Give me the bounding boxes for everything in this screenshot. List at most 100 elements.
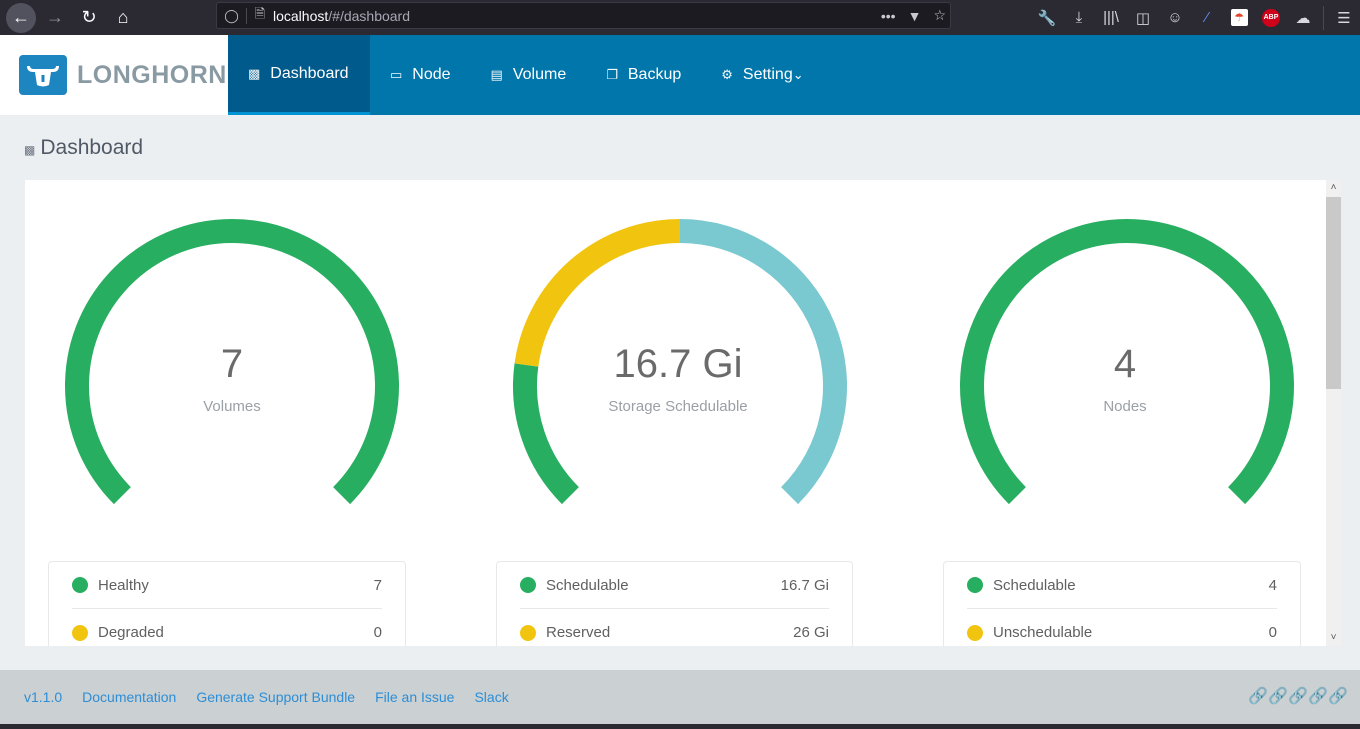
status-dot [967,624,983,641]
logo[interactable]: LONGHORN [0,35,228,115]
nav-label: Node [412,66,451,83]
support-bundle-link[interactable]: Generate Support Bundle [196,689,355,705]
arrow-right-icon: → [46,7,64,27]
scroll-thumb[interactable] [1326,197,1341,389]
legend-label: Schedulable [546,576,629,594]
status-dot [967,577,983,593]
more-actions-icon[interactable]: ••• [881,8,896,24]
library-icon[interactable]: |||\ [1095,0,1127,35]
download-icon[interactable]: ⤓ [1063,0,1095,35]
nav-volume[interactable]: ▤ Volume [471,35,587,115]
dashboard-panel: 7 Volumes 16.7 Gi Storage Schedulable 4 … [25,180,1326,646]
gauge-label: Storage Schedulable [608,398,748,415]
legend-item[interactable]: Reserved 26 Gi [520,609,829,646]
page-icon: 🗎 [254,5,266,21]
arrow-left-icon: ← [12,7,30,27]
url-path: /#/dashboard [328,7,410,24]
gauge-value: 4 [1113,342,1137,386]
status-dot [520,577,536,593]
legend-value: 26 Gi [793,624,829,641]
scroll-up-icon[interactable]: ˄ [1326,180,1341,196]
legend-label: Healthy [98,576,149,594]
cloud-gear-icon[interactable]: ☁ [1287,0,1319,35]
eyedropper-icon[interactable]: ⁄ [1191,0,1223,35]
laptop-icon: ▭ [390,67,403,82]
legend-value: 0 [1268,624,1277,641]
shield-icon[interactable]: ◯ [217,7,247,24]
page-title-text: Dashboard [40,136,144,159]
legend-item[interactable]: Degraded 0 [72,609,382,646]
documentation-link[interactable]: Documentation [82,689,176,705]
main-nav: ▩ Dashboard ▭ Node ▤ Volume ❐ Backup ⚙ S… [228,35,824,115]
legend-value: 16.7 Gi [780,576,829,594]
app-header: LONGHORN ▩ Dashboard ▭ Node ▤ Volume ❐ B… [0,35,1360,115]
legend-value: 0 [373,624,382,641]
nav-node[interactable]: ▭ Node [370,35,471,115]
window-bottom-edge [0,724,1360,729]
forward-button[interactable]: → [40,3,70,33]
bar-chart-icon: ▩ [24,142,36,157]
nav-label: Setting [742,66,793,83]
hamburger-menu-icon[interactable]: ☰ [1328,0,1360,35]
legend-label: Reserved [546,624,611,641]
copy-icon: ❐ [606,67,618,82]
page-title: ▩ Dashboard [24,136,143,160]
legend-item[interactable]: Unschedulable 0 [967,609,1277,646]
adblock-icon[interactable]: ABP [1255,0,1287,35]
pocket-icon[interactable]: ▼ [908,8,922,24]
gauge-label: Volumes [203,398,261,415]
nav-label: Backup [627,66,682,83]
gauge-label: Nodes [1103,398,1147,415]
slack-link[interactable]: Slack [474,689,508,705]
status-dot [72,624,88,641]
volumes-legend: Healthy 7 Degraded 0 [48,561,406,646]
sidebar-icon[interactable]: ◫ [1127,0,1159,35]
file-issue-link[interactable]: File an Issue [375,689,454,705]
wrench-icon[interactable]: 🔧 [1031,0,1063,35]
legend-label: Schedulable [993,576,1076,594]
nav-label: Volume [512,66,567,83]
link-icon: 🔗 [1308,688,1329,705]
nodes-legend: Schedulable 4 Unschedulable 0 [943,561,1301,646]
account-icon[interactable]: ☺ [1159,0,1191,35]
home-button[interactable]: ⌂ [108,3,138,33]
reload-icon: ↻ [81,7,97,27]
vertical-scrollbar[interactable]: ˄ ˅ [1326,180,1341,646]
link-icon: 🔗 [1328,688,1348,705]
connection-status: 🔗 🔗 🔗 🔗 🔗 [1248,686,1348,706]
legend-item[interactable]: Healthy 7 [72,562,382,609]
status-dot [72,577,88,593]
scroll-down-icon[interactable]: ˅ [1326,630,1341,646]
footer: v1.1.0 Documentation Generate Support Bu… [0,670,1360,724]
browser-toolbar: ← → ↻ ⌂ ◯ 🗎 localhost/#/dashboard ••• ▼ … [0,0,1360,35]
status-dot [520,624,536,641]
legend-item[interactable]: Schedulable 4 [967,562,1277,609]
gauge-value: 7 [220,342,244,386]
address-bar[interactable]: ◯ 🗎 localhost/#/dashboard ••• ▼ ☆ [216,2,951,29]
bookmark-star-icon[interactable]: ☆ [933,7,946,24]
gear-icon: ⚙ [721,67,733,82]
nav-dashboard[interactable]: ▩ Dashboard [228,35,370,115]
gauge-value: 16.7 Gi [613,342,743,386]
nav-backup[interactable]: ❐ Backup [586,35,701,115]
legend-label: Unschedulable [993,624,1093,641]
longhorn-logo-icon [19,55,67,95]
nav-label: Dashboard [270,64,349,82]
logo-text: LONGHORN [77,60,227,89]
nav-setting[interactable]: ⚙ Setting ⌄ [701,35,823,115]
chevron-down-icon: ⌄ [792,67,804,82]
reload-button[interactable]: ↻ [74,3,104,33]
extension-icon[interactable]: ☂ [1223,0,1255,35]
link-icon: 🔗 [1248,688,1269,705]
home-icon: ⌂ [117,7,129,27]
link-icon: 🔗 [1288,688,1309,705]
storage-legend: Schedulable 16.7 Gi Reserved 26 Gi [496,561,853,646]
bar-chart-icon: ▩ [248,65,261,81]
back-button[interactable]: ← [6,2,36,33]
link-icon: 🔗 [1268,688,1289,705]
legend-value: 7 [373,576,382,594]
legend-item[interactable]: Schedulable 16.7 Gi [520,562,829,609]
toolbar-divider [1323,5,1324,30]
version-link[interactable]: v1.1.0 [24,689,62,705]
url-host: localhost [273,7,329,24]
